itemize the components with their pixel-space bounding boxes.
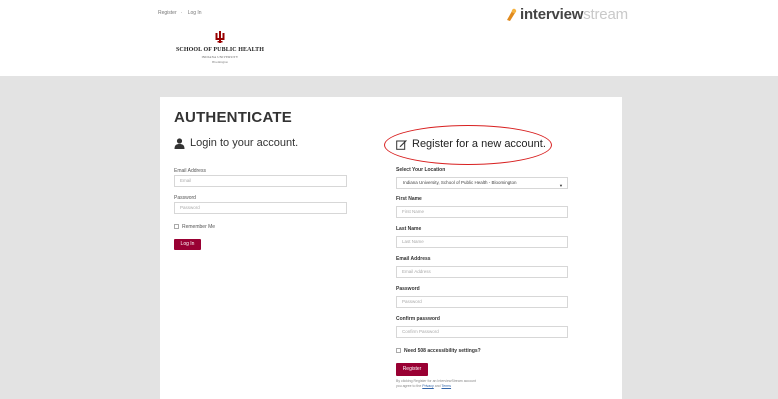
page-title: AUTHENTICATE: [174, 109, 292, 126]
login-email-input[interactable]: Email: [174, 175, 347, 187]
fine-print-and: and: [434, 384, 441, 388]
brand-text-primary: interview: [520, 6, 584, 23]
login-password-input[interactable]: Password: [174, 202, 347, 214]
login-top-link[interactable]: Log In: [188, 10, 202, 16]
last-name-label: Last Name: [396, 226, 422, 232]
fine-print-line-2: you agree to the: [396, 384, 422, 388]
register-password-label: Password: [396, 286, 420, 292]
remember-me-label: Remember Me: [182, 224, 216, 230]
school-campus: Bloomington: [212, 60, 228, 64]
remember-me-checkbox[interactable]: [174, 224, 179, 229]
login-email-label: Email Address: [174, 168, 206, 174]
register-top-link[interactable]: Register: [158, 10, 177, 16]
interviewstream-logo-icon: [505, 8, 517, 22]
top-header: Register · Log In interviewstream SCHOOL …: [0, 0, 778, 76]
register-heading: Register for a new account.: [396, 138, 546, 150]
user-icon: [174, 137, 185, 149]
last-name-input[interactable]: Last Name: [396, 236, 568, 248]
accessibility-checkbox[interactable]: [396, 348, 401, 353]
confirm-password-label: Confirm password: [396, 316, 440, 322]
accessibility-label: Need 508 accessibility settings?: [404, 348, 481, 354]
interviewstream-logo: interviewstream: [505, 6, 628, 23]
register-email-input[interactable]: Email Address: [396, 266, 568, 278]
login-password-label: Password: [174, 195, 196, 201]
login-heading: Login to your account.: [174, 137, 298, 149]
register-password-input[interactable]: Password: [396, 296, 568, 308]
register-heading-text: Register for a new account.: [412, 138, 546, 150]
authenticate-panel: AUTHENTICATE Login to your account. Emai…: [160, 97, 622, 399]
login-button[interactable]: Log In: [174, 239, 201, 250]
privacy-link[interactable]: Privacy: [422, 384, 433, 388]
school-logo: SCHOOL OF PUBLIC HEALTH INDIANA UNIVERSI…: [168, 30, 272, 64]
edit-icon: [396, 139, 407, 150]
location-select-value: Indiana University, School of Public Hea…: [403, 180, 517, 185]
terms-fine-print: By clicking Register for an InterviewStr…: [396, 379, 476, 389]
first-name-input[interactable]: First Name: [396, 206, 568, 218]
login-heading-text: Login to your account.: [190, 137, 299, 149]
school-university: INDIANA UNIVERSITY: [201, 55, 239, 59]
top-links: Register · Log In: [158, 10, 206, 16]
register-email-label: Email Address: [396, 256, 431, 262]
top-link-separator: ·: [180, 10, 183, 16]
register-button[interactable]: Register: [396, 363, 428, 376]
iu-trident-icon: [215, 30, 225, 43]
location-label: Select Your Location: [396, 167, 446, 173]
location-select[interactable]: Indiana University, School of Public Hea…: [396, 177, 568, 189]
terms-link[interactable]: Terms: [442, 384, 452, 388]
first-name-label: First Name: [396, 196, 422, 202]
chevron-down-icon: ▼: [559, 183, 563, 188]
brand-text-secondary: stream: [583, 6, 628, 23]
confirm-password-input[interactable]: Confirm Password: [396, 326, 568, 338]
school-name: SCHOOL OF PUBLIC HEALTH: [175, 47, 265, 53]
